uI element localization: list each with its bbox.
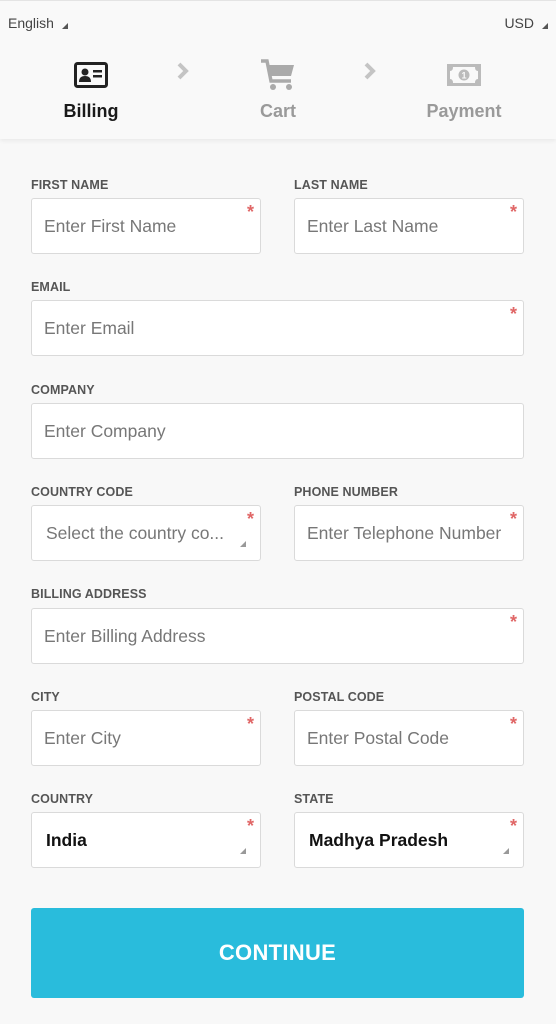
country-code-select[interactable]: Select the country co... * [31, 505, 261, 561]
company-label: COMPANY [31, 383, 95, 397]
chevron-right-icon [362, 61, 378, 86]
first-name-input[interactable] [32, 199, 260, 253]
step-payment[interactable]: 1 Payment [394, 59, 534, 122]
city-input[interactable] [32, 711, 260, 765]
step-label: Billing [63, 101, 119, 121]
country-label: COUNTRY [31, 792, 94, 806]
chevron-right-icon [175, 61, 191, 86]
last-name-field[interactable]: * [294, 198, 524, 254]
last-name-input[interactable] [295, 199, 523, 253]
country-code-value: Select the country co... [46, 523, 225, 543]
cart-icon [208, 59, 348, 91]
billing-address-input[interactable] [32, 609, 523, 663]
step-cart[interactable]: Cart [208, 59, 348, 122]
money-bill-icon: 1 [394, 59, 534, 91]
country-select[interactable]: India * [31, 812, 261, 868]
phone-number-field[interactable]: * [294, 505, 524, 561]
currency-value: USD [504, 15, 534, 31]
dropdown-triangle-icon [240, 848, 246, 854]
required-asterisk: * [509, 509, 517, 529]
postal-code-input[interactable] [295, 711, 523, 765]
email-input[interactable] [32, 301, 523, 355]
state-label: STATE [294, 792, 334, 806]
language-value: English [8, 15, 54, 31]
svg-text:1: 1 [461, 71, 466, 81]
country-value: India [46, 830, 87, 850]
state-select[interactable]: Madhya Pradesh * [294, 812, 524, 868]
city-field[interactable]: * [31, 710, 261, 766]
continue-button[interactable]: CONTINUE [31, 908, 524, 998]
required-asterisk: * [509, 612, 517, 632]
country-code-label: COUNTRY CODE [31, 485, 133, 499]
dropdown-triangle-icon [503, 848, 509, 854]
first-name-field[interactable]: * [31, 198, 261, 254]
checkout-header: English USD Billing Cart 1 Payment [0, 0, 556, 139]
dropdown-triangle-icon [542, 23, 548, 29]
language-selector[interactable]: English [8, 15, 68, 31]
required-asterisk: * [246, 816, 254, 836]
dropdown-triangle-icon [61, 23, 68, 29]
required-asterisk: * [246, 714, 254, 734]
id-card-icon [21, 59, 161, 91]
city-label: CITY [31, 690, 60, 704]
first-name-label: FIRST NAME [31, 178, 109, 192]
required-asterisk: * [509, 816, 517, 836]
required-asterisk: * [509, 714, 517, 734]
email-field[interactable]: * [31, 300, 524, 356]
required-asterisk: * [246, 509, 254, 529]
currency-selector[interactable]: USD [504, 15, 548, 31]
required-asterisk: * [509, 202, 517, 222]
dropdown-triangle-icon [240, 541, 246, 547]
postal-code-label: POSTAL CODE [294, 690, 385, 704]
step-billing[interactable]: Billing [21, 59, 161, 122]
company-field[interactable] [31, 403, 524, 459]
billing-address-field[interactable]: * [31, 608, 524, 664]
step-label: Cart [259, 101, 296, 121]
phone-number-input[interactable] [295, 506, 523, 560]
email-label: EMAIL [31, 280, 71, 294]
step-label: Payment [426, 101, 502, 121]
last-name-label: LAST NAME [294, 178, 368, 192]
postal-code-field[interactable]: * [294, 710, 524, 766]
state-value: Madhya Pradesh [309, 830, 449, 850]
company-input[interactable] [32, 404, 523, 458]
phone-number-label: PHONE NUMBER [294, 485, 398, 499]
required-asterisk: * [246, 202, 254, 222]
required-asterisk: * [509, 304, 517, 324]
billing-address-label: BILLING ADDRESS [31, 587, 147, 601]
